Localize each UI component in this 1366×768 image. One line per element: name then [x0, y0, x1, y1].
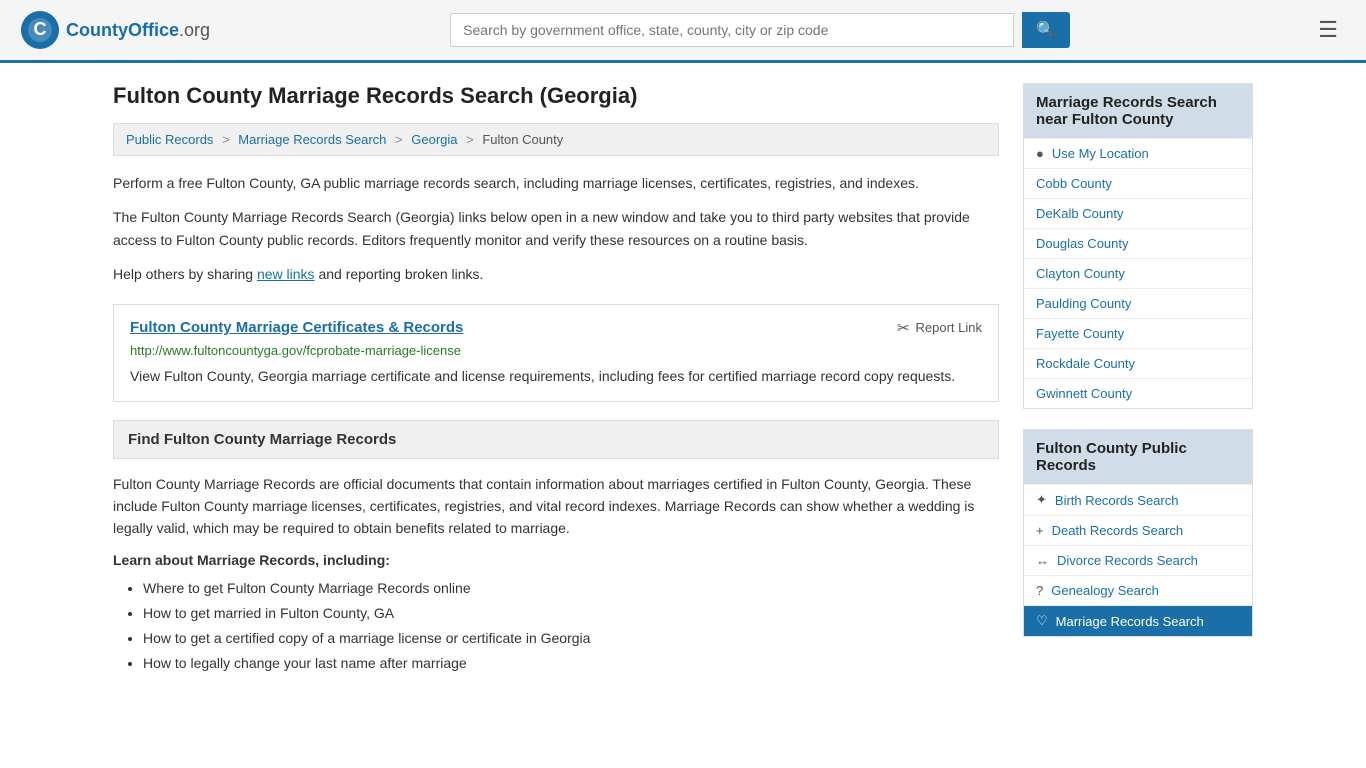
nearby-county-item[interactable]: Cobb County — [1024, 168, 1252, 198]
nearby-section-header: Marriage Records Search near Fulton Coun… — [1024, 84, 1252, 138]
description2: The Fulton County Marriage Records Searc… — [113, 206, 999, 251]
report-link-text: Report Link — [916, 320, 982, 335]
breadcrumb-marriage-records[interactable]: Marriage Records Search — [238, 132, 386, 147]
description3: Help others by sharing new links and rep… — [113, 263, 999, 285]
pub-record-icon: ↔ — [1036, 553, 1049, 568]
scissors-icon: ✂ — [897, 319, 910, 337]
pub-record-icon: ✦ — [1036, 492, 1047, 508]
report-link[interactable]: ✂ Report Link — [897, 319, 982, 337]
nearby-county-link[interactable]: Paulding County — [1036, 296, 1131, 311]
nearby-county-link[interactable]: Douglas County — [1036, 236, 1129, 251]
sidebar: Marriage Records Search near Fulton Coun… — [1023, 83, 1253, 676]
learn-title: Learn about Marriage Records, including: — [113, 552, 999, 568]
public-records-item[interactable]: ♡ Marriage Records Search — [1024, 605, 1252, 636]
content: Fulton County Marriage Records Search (G… — [113, 83, 999, 676]
nearby-county-link[interactable]: Fayette County — [1036, 326, 1124, 341]
description1: Perform a free Fulton County, GA public … — [113, 172, 999, 194]
search-input[interactable] — [450, 13, 1014, 47]
desc3-post: and reporting broken links. — [315, 266, 484, 282]
logo-area: C CountyOffice.org — [20, 10, 210, 50]
new-links[interactable]: new links — [257, 266, 315, 282]
search-icon: 🔍 — [1036, 22, 1056, 39]
record-title[interactable]: Fulton County Marriage Certificates & Re… — [130, 319, 463, 336]
learn-list: Where to get Fulton County Marriage Reco… — [113, 576, 999, 677]
find-section: Find Fulton County Marriage Records — [113, 420, 999, 459]
record-desc: View Fulton County, Georgia marriage cer… — [130, 366, 982, 387]
public-records-item[interactable]: ✦ Birth Records Search — [1024, 484, 1252, 515]
nearby-section: Marriage Records Search near Fulton Coun… — [1023, 83, 1253, 409]
pub-record-icon: ♡ — [1036, 613, 1048, 629]
public-records-item[interactable]: + Death Records Search — [1024, 515, 1252, 545]
breadcrumb: Public Records > Marriage Records Search… — [113, 123, 999, 156]
public-records-item[interactable]: ↔ Divorce Records Search — [1024, 545, 1252, 575]
learn-list-item: How to legally change your last name aft… — [143, 651, 999, 676]
public-records-section: Fulton County Public Records ✦ Birth Reco… — [1023, 429, 1253, 637]
desc3-pre: Help others by sharing — [113, 266, 257, 282]
nearby-county-link[interactable]: Cobb County — [1036, 176, 1112, 191]
public-records-link[interactable]: Genealogy Search — [1051, 583, 1159, 598]
location-icon: ● — [1036, 146, 1044, 161]
learn-list-item: How to get a certified copy of a marriag… — [143, 626, 999, 651]
search-area: 🔍 — [450, 12, 1070, 48]
page-title: Fulton County Marriage Records Search (G… — [113, 83, 999, 109]
pub-record-icon: ? — [1036, 583, 1043, 598]
nearby-county-link[interactable]: DeKalb County — [1036, 206, 1123, 221]
public-records-link[interactable]: Marriage Records Search — [1056, 614, 1204, 629]
logo-text: CountyOffice.org — [66, 20, 210, 41]
nearby-county-link[interactable]: Gwinnett County — [1036, 386, 1132, 401]
record-card-header: Fulton County Marriage Certificates & Re… — [130, 319, 982, 337]
logo-icon: C — [20, 10, 60, 50]
breadcrumb-public-records[interactable]: Public Records — [126, 132, 213, 147]
learn-list-item: How to get married in Fulton County, GA — [143, 601, 999, 626]
record-card: Fulton County Marriage Certificates & Re… — [113, 304, 999, 402]
learn-list-item: Where to get Fulton County Marriage Reco… — [143, 576, 999, 601]
info-text: Fulton County Marriage Records are offic… — [113, 473, 999, 540]
main-container: Fulton County Marriage Records Search (G… — [93, 63, 1273, 696]
nearby-county-link[interactable]: Rockdale County — [1036, 356, 1135, 371]
nearby-county-link[interactable]: Clayton County — [1036, 266, 1125, 281]
nearby-county-item[interactable]: Rockdale County — [1024, 348, 1252, 378]
public-records-header: Fulton County Public Records — [1024, 430, 1252, 484]
breadcrumb-sep3: > — [466, 132, 474, 147]
public-records-link[interactable]: Birth Records Search — [1055, 493, 1179, 508]
svg-text:C: C — [34, 19, 47, 39]
nearby-county-item[interactable]: Gwinnett County — [1024, 378, 1252, 408]
public-records-link[interactable]: Death Records Search — [1052, 523, 1184, 538]
header: C CountyOffice.org 🔍 ☰ — [0, 0, 1366, 63]
nearby-county-item[interactable]: DeKalb County — [1024, 198, 1252, 228]
breadcrumb-sep1: > — [222, 132, 230, 147]
hamburger-icon: ☰ — [1318, 17, 1338, 42]
search-button[interactable]: 🔍 — [1022, 12, 1070, 48]
menu-button[interactable]: ☰ — [1310, 13, 1346, 47]
nearby-county-item[interactable]: Fayette County — [1024, 318, 1252, 348]
use-location-label: Use My Location — [1052, 146, 1149, 161]
pub-record-icon: + — [1036, 523, 1044, 538]
public-records-item[interactable]: ? Genealogy Search — [1024, 575, 1252, 605]
use-my-location[interactable]: ● Use My Location — [1024, 138, 1252, 168]
record-url[interactable]: http://www.fultoncountyga.gov/fcprobate-… — [130, 343, 982, 358]
nearby-county-item[interactable]: Clayton County — [1024, 258, 1252, 288]
breadcrumb-georgia[interactable]: Georgia — [411, 132, 457, 147]
breadcrumb-current: Fulton County — [482, 132, 563, 147]
breadcrumb-sep2: > — [395, 132, 403, 147]
nearby-county-item[interactable]: Paulding County — [1024, 288, 1252, 318]
nearby-county-item[interactable]: Douglas County — [1024, 228, 1252, 258]
public-records-link[interactable]: Divorce Records Search — [1057, 553, 1198, 568]
